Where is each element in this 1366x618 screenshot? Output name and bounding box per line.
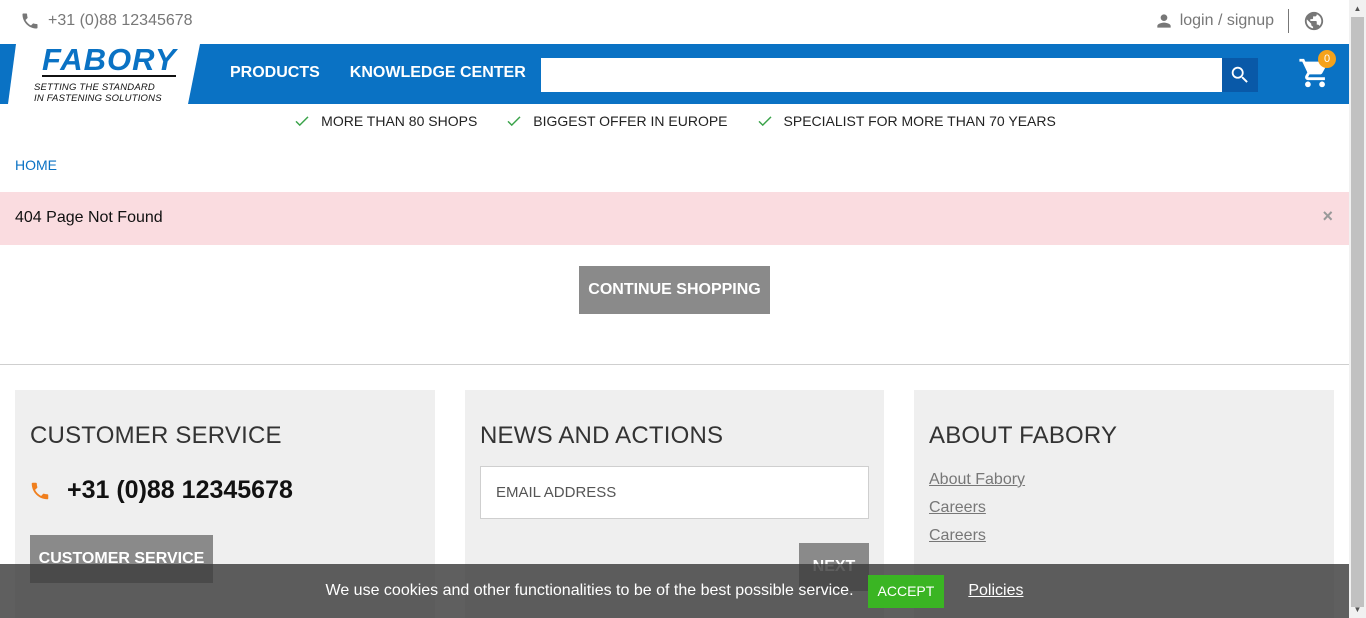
close-icon[interactable]: ×: [1322, 206, 1333, 227]
nav-knowledge-center[interactable]: KNOWLEDGE CENTER: [350, 64, 526, 82]
policies-link[interactable]: Policies: [968, 582, 1023, 600]
breadcrumb-home[interactable]: HOME: [15, 157, 57, 173]
continue-shopping-button[interactable]: CONTINUE SHOPPING: [579, 266, 770, 314]
check-icon: [507, 116, 521, 127]
email-field[interactable]: [480, 466, 869, 519]
scrollbar-thumb[interactable]: [1351, 17, 1364, 607]
search-input[interactable]: [541, 58, 1222, 92]
top-phone-link[interactable]: +31 (0)88 12345678: [20, 11, 193, 31]
scroll-down-arrow-icon[interactable]: ▼: [1349, 601, 1366, 618]
page-scrollbar[interactable]: ▲ ▼: [1349, 0, 1366, 618]
login-signup-link[interactable]: login / signup: [1154, 11, 1274, 31]
logo-tagline-line2: IN FASTENING SOLUTIONS: [34, 93, 162, 104]
phone-icon: [22, 13, 38, 29]
search-icon: [1231, 66, 1248, 83]
nav-products[interactable]: PRODUCTS: [230, 64, 320, 82]
careers-link[interactable]: Careers: [929, 498, 1025, 518]
logo-underline: [42, 75, 176, 77]
cart-count-badge: 0: [1318, 50, 1336, 68]
news-actions-title: NEWS AND ACTIONS: [480, 422, 724, 449]
customer-service-phone[interactable]: +31 (0)88 12345678: [29, 476, 293, 505]
cart-button[interactable]: 0: [1298, 50, 1338, 90]
footer-divider: [0, 364, 1349, 365]
fabory-logo[interactable]: FABORY SETTING THE STANDARD IN FASTENING…: [8, 44, 200, 104]
main-nav: PRODUCTS KNOWLEDGE CENTER: [230, 64, 526, 82]
cookie-banner: We use cookies and other functionalities…: [0, 564, 1349, 618]
about-link[interactable]: About Fabory: [929, 470, 1025, 490]
customer-service-phone-number: +31 (0)88 12345678: [67, 476, 293, 504]
customer-service-title: CUSTOMER SERVICE: [30, 422, 282, 449]
top-phone-number: +31 (0)88 12345678: [48, 12, 193, 29]
top-utility-bar: +31 (0)88 12345678 login / signup: [0, 0, 1349, 44]
usp-label: MORE THAN 80 SHOPS: [321, 113, 478, 129]
usp-label: SPECIALIST FOR MORE THAN 70 YEARS: [783, 113, 1056, 129]
top-separator: [1288, 9, 1289, 33]
careers-link[interactable]: Careers: [929, 526, 1025, 546]
usp-label: BIGGEST OFFER IN EUROPE: [533, 113, 728, 129]
alert-message: 404 Page Not Found: [15, 209, 163, 226]
search-button[interactable]: [1222, 58, 1258, 92]
logo-wordmark: FABORY: [42, 42, 177, 77]
globe-icon: [1304, 11, 1324, 31]
usp-item: BIGGEST OFFER IN EUROPE: [505, 112, 728, 130]
usp-bar: MORE THAN 80 SHOPS BIGGEST OFFER IN EURO…: [0, 112, 1349, 130]
usp-item: SPECIALIST FOR MORE THAN 70 YEARS: [756, 112, 1056, 130]
main-header: FABORY SETTING THE STANDARD IN FASTENING…: [0, 44, 1349, 104]
usp-item: MORE THAN 80 SHOPS: [293, 112, 477, 130]
logo-tagline: SETTING THE STANDARD IN FASTENING SOLUTI…: [34, 82, 162, 104]
cookie-message: We use cookies and other functionalities…: [325, 582, 854, 599]
language-selector[interactable]: [1303, 10, 1325, 32]
user-icon: [1157, 14, 1171, 28]
about-links-list: About Fabory Careers Careers: [929, 470, 1025, 546]
scroll-up-arrow-icon[interactable]: ▲: [1349, 0, 1366, 17]
error-alert: 404 Page Not Found ×: [0, 192, 1349, 245]
accept-cookies-button[interactable]: ACCEPT: [867, 574, 945, 608]
check-icon: [295, 116, 309, 127]
phone-icon: [31, 482, 49, 499]
logo-tagline-line1: SETTING THE STANDARD: [34, 82, 155, 93]
login-label: login / signup: [1179, 12, 1274, 29]
check-icon: [757, 116, 772, 127]
about-fabory-title: ABOUT FABORY: [929, 422, 1118, 449]
